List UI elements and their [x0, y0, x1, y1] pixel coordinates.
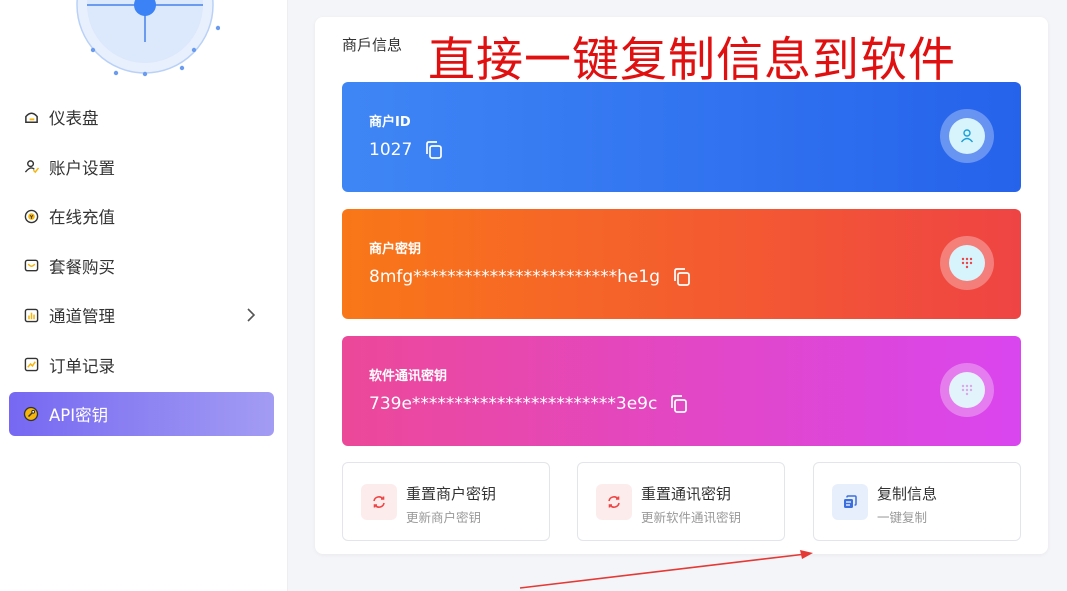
annotation-text: 直接一键复制信息到软件 [428, 33, 956, 88]
merchant-info-card: 商戶信息 直接一键复制信息到软件 商户ID 1027 商户密钥 8mfg****… [315, 17, 1048, 554]
sidebar-item-api-key[interactable]: API密钥 [9, 392, 274, 436]
sidebar-item-label: 通道管理 [49, 307, 115, 326]
package-icon [23, 258, 39, 274]
sidebar-item-label: 订单记录 [49, 356, 115, 376]
copy-icon[interactable] [669, 394, 689, 414]
merchant-id-value: 1027 [369, 140, 413, 160]
order-icon [23, 357, 39, 373]
sidebar-menu: 仪表盘 账户设置 在线充值 套餐购买 通道管理 订单记录 API密钥 [9, 95, 274, 442]
sidebar-item-label: 在线充值 [49, 208, 115, 227]
channel-icon [23, 307, 39, 323]
action-title: 重置商户密钥 [406, 485, 497, 503]
logo [70, 0, 221, 80]
reset-comm-key-button[interactable]: 重置通讯密钥 更新软件通讯密钥 [577, 462, 785, 541]
sidebar-item-package[interactable]: 套餐购买 [9, 244, 274, 288]
sidebar-item-channel[interactable]: 通道管理 [9, 293, 274, 337]
copy-icon[interactable] [672, 267, 692, 287]
action-title: 重置通讯密钥 [641, 485, 732, 503]
sidebar-item-account-settings[interactable]: 账户设置 [9, 145, 274, 189]
merchant-id-block: 商户ID 1027 [342, 82, 1021, 192]
user-icon [960, 129, 974, 143]
copy-info-button[interactable]: 复制信息 一键复制 [813, 462, 1021, 541]
merchant-key-label: 商户密钥 [369, 242, 422, 257]
comm-key-block: 软件通讯密钥 739e************************3e9c [342, 336, 1021, 446]
merchant-id-badge [940, 109, 994, 163]
merchant-key-value: 8mfg************************he1g [369, 267, 660, 287]
merchant-key-badge [940, 236, 994, 290]
sidebar-item-label: 仪表盘 [49, 109, 99, 128]
copy-icon[interactable] [424, 140, 444, 160]
keypad-icon [961, 257, 973, 269]
dashboard-icon [23, 109, 39, 125]
sidebar: 仪表盘 账户设置 在线充值 套餐购买 通道管理 订单记录 API密钥 [0, 0, 288, 591]
sidebar-item-orders[interactable]: 订单记录 [9, 343, 274, 387]
sidebar-item-label: 账户设置 [49, 158, 115, 178]
action-subtitle: 更新软件通讯密钥 [641, 510, 742, 525]
comm-key-badge [940, 363, 994, 417]
comm-key-label: 软件通讯密钥 [369, 369, 448, 384]
action-subtitle: 一键复制 [877, 510, 928, 525]
refresh-icon [361, 484, 397, 520]
chevron-right-icon[interactable] [246, 307, 256, 327]
refresh-icon [596, 484, 632, 520]
keypad-icon [961, 384, 973, 396]
merchant-key-block: 商户密钥 8mfg************************he1g [342, 209, 1021, 319]
comm-key-value: 739e************************3e9c [369, 394, 658, 414]
copy-icon [832, 484, 868, 520]
card-title: 商戶信息 [342, 36, 403, 54]
user-settings-icon [23, 159, 39, 175]
merchant-id-label: 商户ID [369, 115, 411, 130]
sidebar-item-dashboard[interactable]: 仪表盘 [9, 95, 274, 139]
api-key-icon [23, 406, 39, 422]
sidebar-item-label: API密钥 [49, 406, 109, 425]
recharge-icon [23, 208, 39, 224]
sidebar-item-label: 套餐购买 [49, 257, 115, 277]
reset-merchant-key-button[interactable]: 重置商户密钥 更新商户密钥 [342, 462, 550, 541]
action-subtitle: 更新商户密钥 [406, 510, 482, 525]
sidebar-item-recharge[interactable]: 在线充值 [9, 194, 274, 238]
action-title: 复制信息 [877, 485, 938, 503]
